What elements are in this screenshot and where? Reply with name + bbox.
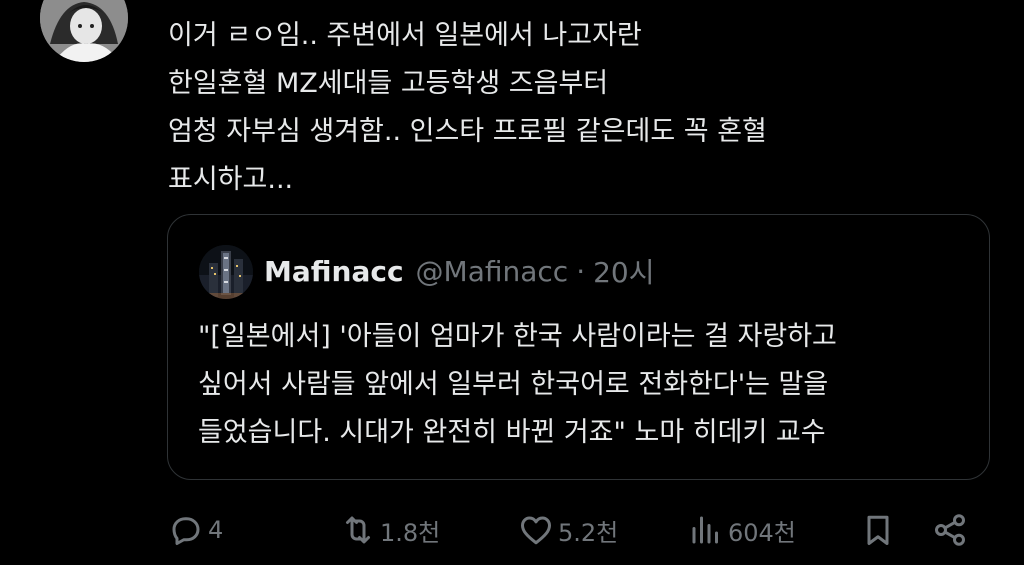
share-icon [935, 514, 965, 546]
retweet-count: 1.8천 [380, 518, 441, 547]
views-icon [692, 516, 718, 544]
bookmark-icon [867, 515, 889, 545]
quoted-tweet-text-line: 싶어서 사람들 앞에서 일부러 한국어로 전화한다'는 말을 [198, 369, 829, 400]
heart-icon [521, 516, 551, 545]
tweet-action-bar: 4 1.8천 5.2천 604천 [0, 505, 1024, 555]
reply-icon [172, 517, 200, 545]
tweet-text-line: 엄청 자부심 생겨함.. 인스타 프로필 같은데도 꼭 혼혈 [168, 116, 767, 147]
separator-dot: · [576, 254, 586, 288]
tweet-text-line: 한일혼혈 MZ세대들 고등학생 즈음부터 [168, 68, 609, 99]
retweet-icon [346, 516, 370, 544]
quoted-tweet-text-line: 들었습니다. 시대가 완전히 바뀐 거죠" 노마 히데키 교수 [198, 417, 826, 448]
share-button[interactable] [932, 505, 968, 555]
reply-count: 4 [208, 516, 224, 544]
quoted-author-avatar[interactable] [199, 245, 253, 299]
view-count: 604천 [728, 518, 796, 547]
tweet-text: 이거 ㄹㅇ임.. 주변에서 일본에서 나고자란 한일혼혈 MZ세대들 고등학생 … [168, 12, 988, 204]
bookmark-button[interactable] [860, 505, 896, 555]
avatar-illustration [40, 0, 128, 62]
quoted-tweet-text: "[일본에서] '아들이 엄마가 한국 사람이라는 걸 자랑하고 싶어서 사람들… [198, 313, 978, 457]
quoted-tweet-header: Mafinacc @Mafinacc · 20시 [264, 251, 655, 291]
quoted-author-name[interactable]: Mafinacc [264, 255, 404, 288]
quoted-tweet-text-line: "[일본에서] '아들이 엄마가 한국 사람이라는 걸 자랑하고 [198, 321, 837, 352]
quoted-tweet-time[interactable]: 20시 [593, 251, 654, 291]
tweet-text-line: 표시하고... [168, 164, 294, 195]
tweet-text-line: 이거 ㄹㅇ임.. 주변에서 일본에서 나고자란 [168, 20, 642, 51]
like-count: 5.2천 [558, 518, 619, 547]
reply-button[interactable]: 4 [168, 505, 223, 555]
retweet-button[interactable]: 1.8천 [340, 505, 440, 555]
city-night-image [199, 245, 253, 299]
quoted-author-handle[interactable]: @Mafinacc [416, 255, 569, 288]
author-avatar[interactable] [40, 0, 128, 62]
views-button[interactable]: 604천 [688, 505, 796, 555]
like-button[interactable]: 5.2천 [518, 505, 618, 555]
quoted-tweet[interactable]: Mafinacc @Mafinacc · 20시 "[일본에서] '아들이 엄마… [167, 214, 990, 480]
